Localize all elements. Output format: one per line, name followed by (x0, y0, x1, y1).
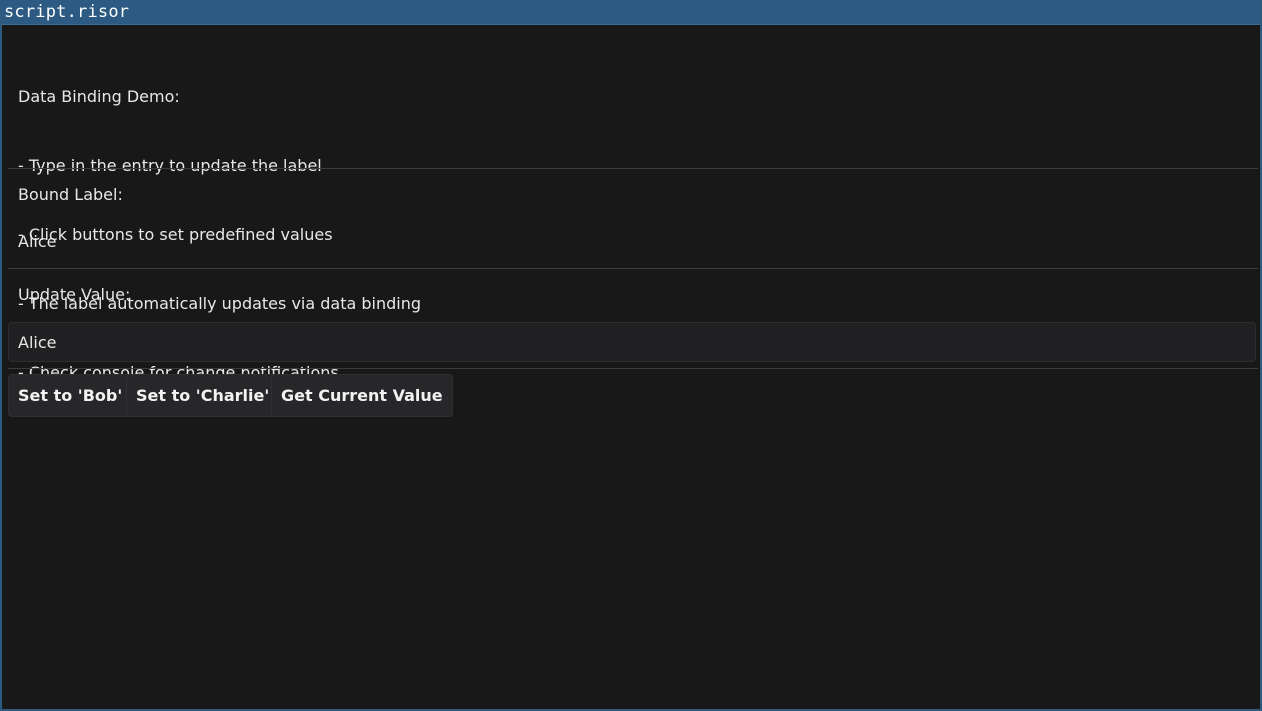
bound-label-heading: Bound Label: (18, 185, 123, 204)
separator (8, 368, 1258, 369)
set-bob-button[interactable]: Set to 'Bob' (8, 374, 133, 417)
instruction-line: - Click buttons to set predefined values (18, 225, 333, 244)
value-entry-input[interactable] (9, 323, 1255, 361)
separator (8, 168, 1258, 169)
instructions-text: Data Binding Demo: - Type in the entry t… (18, 39, 421, 430)
instruction-line: Data Binding Demo: (18, 87, 180, 106)
separator (8, 268, 1258, 269)
window-title: script.risor (4, 2, 130, 22)
set-charlie-button[interactable]: Set to 'Charlie' (126, 374, 280, 417)
main-content: Data Binding Demo: - Type in the entry t… (8, 25, 1258, 709)
bound-label-value: Alice (18, 232, 57, 251)
update-value-heading: Update Value: (18, 285, 131, 304)
app-window: script.risor Data Binding Demo: - Type i… (0, 0, 1262, 711)
title-bar[interactable]: script.risor (2, 0, 1260, 25)
value-entry-field[interactable] (8, 322, 1256, 362)
get-current-value-button[interactable]: Get Current Value (271, 374, 453, 417)
instruction-line: - Type in the entry to update the label (18, 156, 322, 175)
